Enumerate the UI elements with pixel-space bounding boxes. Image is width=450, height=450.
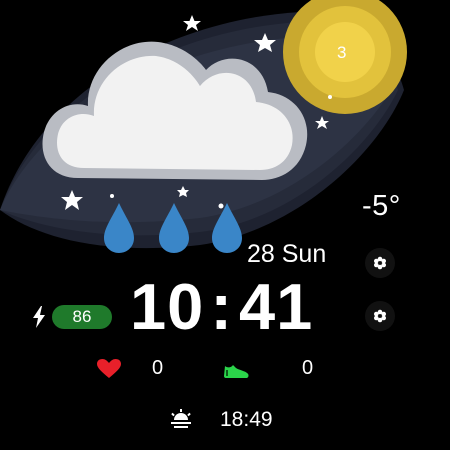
flower-icon: [374, 256, 386, 270]
temperature-label[interactable]: -5°: [362, 190, 401, 223]
complication-button-top[interactable]: [365, 248, 395, 278]
sunset-time[interactable]: 18:49: [220, 408, 273, 432]
time-display: 10:41: [130, 272, 313, 342]
sunset-icon: [171, 409, 191, 428]
battery-level: 86: [72, 307, 92, 326]
shoe-icon: [224, 365, 249, 378]
heart-rate-value[interactable]: 0: [152, 357, 163, 380]
flower-icon: [374, 309, 386, 323]
bolt-icon: [33, 306, 45, 328]
moon-phase-number: 3: [337, 43, 347, 62]
heart-icon: [97, 359, 121, 378]
date-label[interactable]: 28 Sun: [247, 240, 326, 269]
steps-value[interactable]: 0: [302, 357, 313, 380]
time-hours: 10: [130, 270, 205, 343]
complication-button-bottom[interactable]: [365, 301, 395, 331]
time-separator: :: [210, 270, 233, 343]
battery-badge[interactable]: 86: [52, 305, 112, 329]
weather-illustration: [0, 0, 407, 253]
time-minutes: 41: [238, 270, 314, 343]
